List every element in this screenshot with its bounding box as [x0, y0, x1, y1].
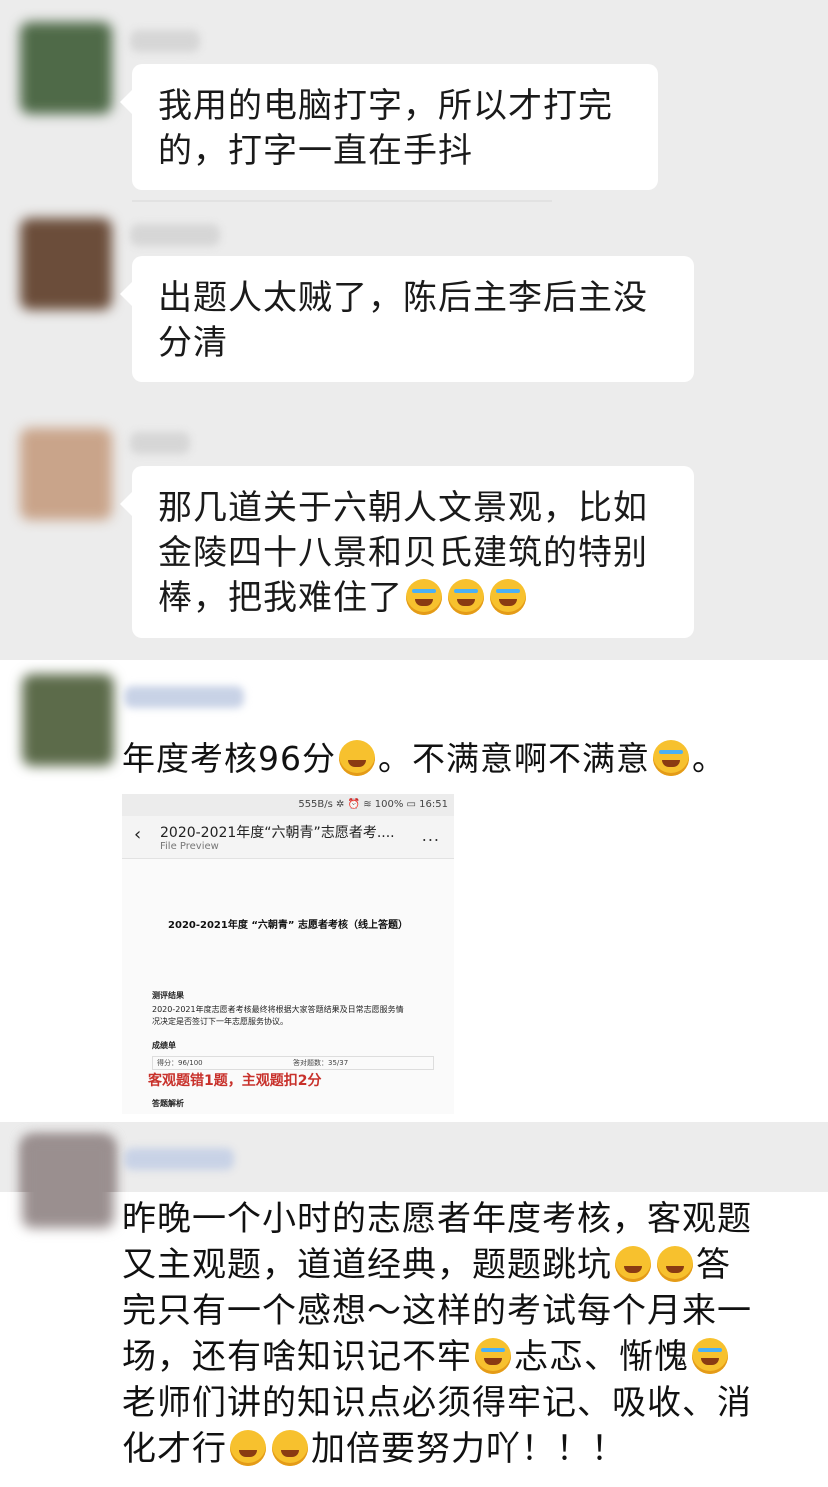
post-line: 场，还有啥知识记不牢 忐忑、惭愧 [122, 1334, 752, 1380]
crying-face-emoji [692, 1338, 728, 1374]
post-text-part: 场，还有啥知识记不牢 [122, 1337, 472, 1377]
persevere-face-emoji [653, 740, 689, 776]
avatar-lower [22, 1136, 114, 1228]
sender-name [130, 30, 200, 52]
doc-body: 2020-2021年度志愿者考核最终将根据大家答题结果及日常志愿服务情 [152, 1005, 404, 1014]
face-palm-emoji [406, 579, 442, 615]
avatar[interactable] [20, 218, 112, 310]
doc-title: 2020-2021年度 “六朝青” 志愿者考核（线上答题） [168, 920, 408, 931]
post-text-part: 化才行 [122, 1429, 227, 1469]
doc-section: 测评结果 [152, 991, 184, 1000]
message-bubble[interactable]: 我用的电脑打字，所以才打完的，打字一直在手抖 [120, 64, 658, 190]
post-text-part: 忐忑、惭愧 [514, 1337, 689, 1377]
message-text: 我用的电脑打字，所以才打完的，打字一直在手抖 [158, 86, 613, 171]
tired-face-emoji [339, 740, 375, 776]
chat-section: 我用的电脑打字，所以才打完的，打字一直在手抖 出题人太贼了，陈后主李后主没分清 … [0, 0, 828, 660]
sender-name [130, 224, 220, 246]
avatar[interactable] [20, 22, 112, 114]
sender-name [124, 1148, 234, 1170]
score: 得分：96/100 [157, 1059, 203, 1067]
avatar[interactable] [20, 428, 112, 520]
doc-analysis: 答题解析 [152, 1099, 184, 1108]
face-palm-emoji [490, 579, 526, 615]
score-row: 得分：96/100 答对题数：35/37 [152, 1056, 434, 1070]
avatar[interactable] [22, 674, 114, 766]
post-text: 年度考核96分 。不满意啊不满意 。 [122, 736, 726, 782]
post-line: 昨晚一个小时的志愿者年度考核，客观题 [122, 1199, 752, 1239]
post-line: 化才行 加倍要努力吖！！！ [122, 1426, 752, 1472]
face-palm-emoji [475, 1338, 511, 1374]
message-text: 那几道关于六朝人文景观，比如金陵四十八景和贝氏建筑的特别棒，把我难住了 [158, 488, 648, 618]
post-text: 昨晚一个小时的志愿者年度考核，客观题 又主观题，道道经典，题题跳坑 答 完只有一个… [122, 1196, 752, 1472]
post-text-part: 。不满意啊不满意 [378, 739, 650, 778]
tired-face-emoji [657, 1246, 693, 1282]
sender-name [130, 432, 190, 454]
divider [132, 200, 552, 202]
app-bar: ‹ 2020-2021年度“六朝青”志愿者考.... File Preview … [122, 816, 454, 859]
back-icon[interactable]: ‹ [134, 824, 141, 845]
shushing-face-emoji [272, 1430, 308, 1466]
doc-body: 况决定是否签订下一年志愿服务协议。 [152, 1017, 288, 1026]
post-line: 老师们讲的知识点必须得牢记、吸收、消 [122, 1383, 752, 1423]
post-line: 完只有一个感想～这样的考试每个月来一 [122, 1291, 752, 1331]
tired-face-emoji [615, 1246, 651, 1282]
moments-post-header [0, 1122, 828, 1228]
post-image[interactable]: 555B/s ✲ ⏰ ≋ 100% ▭ 16:51 ‹ 2020-2021年度“… [122, 794, 454, 1114]
file-title: 2020-2021年度“六朝青”志愿者考.... [160, 825, 395, 841]
message-bubble[interactable]: 那几道关于六朝人文景观，比如金陵四十八景和贝氏建筑的特别棒，把我难住了 [120, 466, 694, 638]
status-bar: 555B/s ✲ ⏰ ≋ 100% ▭ 16:51 [122, 794, 454, 816]
post-line: 又主观题，道道经典，题题跳坑 答 [122, 1242, 752, 1288]
moments-post: 昨晚一个小时的志愿者年度考核，客观题 又主观题，道道经典，题题跳坑 答 完只有一个… [0, 1136, 828, 1487]
post-text-part: 年度考核96分 [122, 739, 336, 778]
post-text-part: 。 [692, 739, 726, 778]
doc-score-header: 成绩单 [152, 1041, 176, 1050]
post-text-part: 答 [696, 1245, 731, 1285]
face-palm-emoji [448, 579, 484, 615]
more-icon[interactable]: ... [422, 826, 440, 845]
red-annotation: 客观题错1题，主观题扣2分 [148, 1073, 322, 1089]
shushing-face-emoji [230, 1430, 266, 1466]
message-bubble[interactable]: 出题人太贼了，陈后主李后主没分清 [120, 256, 694, 382]
sender-name [124, 686, 244, 708]
post-text-part: 加倍要努力吖！！！ [311, 1429, 626, 1469]
answered-count: 答对题数：35/37 [293, 1059, 349, 1067]
file-subtitle: File Preview [160, 841, 219, 852]
post-text-part: 又主观题，道道经典，题题跳坑 [122, 1245, 612, 1285]
message-text: 出题人太贼了，陈后主李后主没分清 [158, 278, 648, 363]
